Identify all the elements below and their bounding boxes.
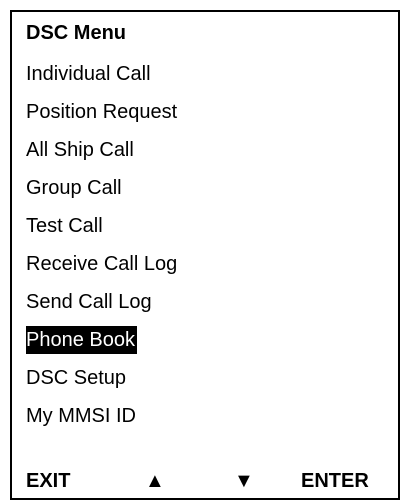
enter-softkey[interactable]: ENTER — [301, 464, 369, 498]
exit-softkey[interactable]: EXIT — [26, 464, 70, 498]
softkey-bar: EXIT ▲ ▼ ENTER — [12, 464, 398, 498]
down-arrow-icon[interactable]: ▼ — [234, 464, 254, 498]
menu-item-send-call-log[interactable]: Send Call Log — [12, 283, 398, 321]
menu-title: DSC Menu — [26, 22, 126, 44]
menu-item-label: Phone Book — [26, 326, 137, 354]
menu-item-label: Test Call — [26, 215, 103, 237]
menu-item-all-ship-call[interactable]: All Ship Call — [12, 131, 398, 169]
menu-item-label: Group Call — [26, 177, 122, 199]
menu-item-dsc-setup[interactable]: DSC Setup — [12, 359, 398, 397]
menu-item-group-call[interactable]: Group Call — [12, 169, 398, 207]
menu-item-phone-book[interactable]: Phone Book — [12, 321, 398, 359]
menu-item-label: My MMSI ID — [26, 405, 136, 427]
menu-item-label: DSC Setup — [26, 367, 127, 389]
menu-item-label: Individual Call — [26, 63, 151, 85]
menu-item-individual-call[interactable]: Individual Call — [12, 55, 398, 93]
menu-item-position-request[interactable]: Position Request — [12, 93, 398, 131]
menu-item-label: All Ship Call — [26, 139, 134, 161]
up-arrow-icon[interactable]: ▲ — [145, 464, 165, 498]
menu-item-label: Receive Call Log — [26, 253, 178, 275]
menu-item-test-call[interactable]: Test Call — [12, 207, 398, 245]
menu-item-label: Send Call Log — [26, 291, 152, 313]
dsc-screen: DSC Menu Individual Call Position Reques… — [10, 10, 400, 500]
menu-item-receive-call-log[interactable]: Receive Call Log — [12, 245, 398, 283]
menu-item-label: Position Request — [26, 101, 178, 123]
menu-item-my-mmsi-id[interactable]: My MMSI ID — [12, 397, 398, 435]
menu-list: Individual Call Position Request All Shi… — [12, 55, 398, 435]
